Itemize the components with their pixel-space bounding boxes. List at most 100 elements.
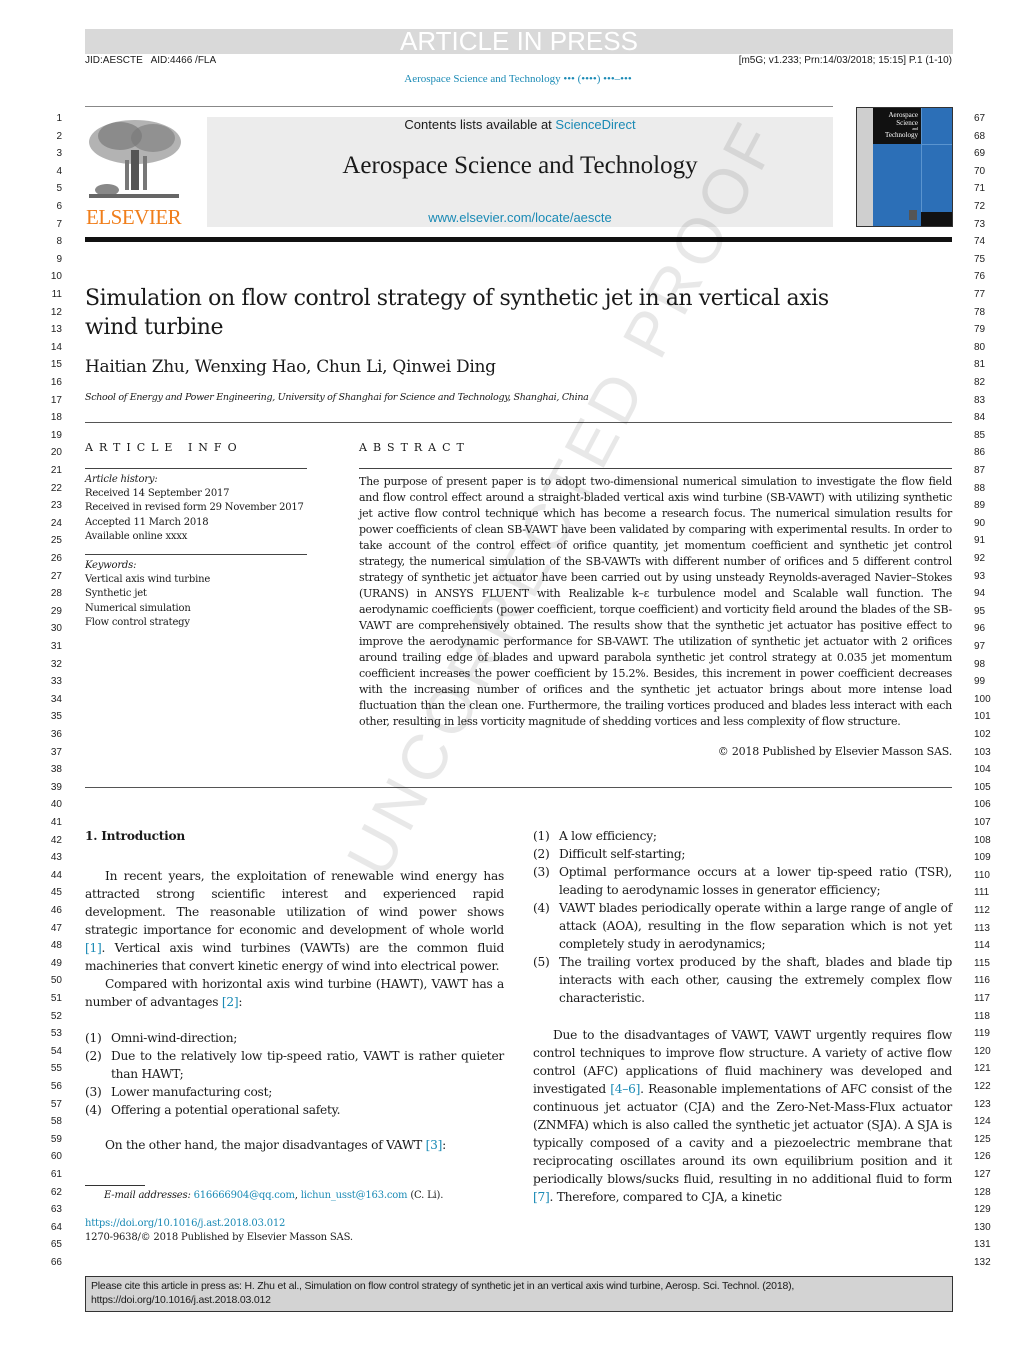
list-text: Due to the relatively low tip-speed rati… (111, 1049, 504, 1081)
line-number: 94 (974, 588, 986, 600)
reference-link[interactable]: [4–6] (610, 1082, 640, 1096)
advantages-list: (1) Omni-wind-direction; (2) Due to the re… (85, 1029, 504, 1119)
line-number: 117 (974, 993, 990, 1004)
line-number: 63 (50, 1204, 62, 1216)
line-number: 34 (50, 693, 62, 705)
list-text: A low efficiency; (559, 829, 657, 843)
text-run: : (238, 995, 243, 1009)
email-link[interactable]: lichun_usst@163.com (301, 1190, 408, 1201)
line-number: 33 (50, 676, 62, 688)
line-number: 131 (974, 1239, 991, 1251)
list-item: (4) Offering a potential operational safe… (85, 1101, 504, 1119)
intro-paragraph: In recent years, the exploitation of ren… (85, 867, 504, 975)
list-text: Offering a potential operational safety. (111, 1103, 341, 1117)
line-number: 2 (56, 130, 62, 142)
list-item: (3) Lower manufacturing cost; (85, 1083, 504, 1101)
line-number: 86 (974, 447, 986, 459)
list-number: (2) (85, 1049, 102, 1063)
line-number: 10 (50, 271, 62, 283)
text-run: (C. Li). (407, 1190, 444, 1201)
list-number: (3) (85, 1085, 102, 1099)
line-number: 77 (974, 289, 986, 300)
intro-paragraph: Due to the disadvantages of VAWT, VAWT u… (533, 1026, 952, 1206)
line-number: 21 (50, 465, 62, 476)
line-number: 18 (50, 412, 62, 424)
line-number: 23 (50, 500, 62, 512)
top-rule (85, 106, 833, 107)
reference-link[interactable]: [1] (85, 941, 102, 955)
line-number: 97 (974, 641, 986, 652)
list-item: (2) Due to the relatively low tip-speed r… (85, 1047, 504, 1083)
cover-title-line: Technology (885, 131, 918, 139)
sciencedirect-link[interactable]: ScienceDirect (555, 117, 635, 132)
list-number: (2) (533, 847, 550, 861)
line-number: 5 (56, 183, 62, 195)
line-number: 15 (50, 359, 62, 371)
cover-bottom-block (921, 212, 952, 226)
line-number: 6 (56, 201, 62, 212)
line-number: 13 (50, 324, 62, 336)
line-number: 58 (50, 1116, 62, 1128)
contents-prefix: Contents lists available at (404, 117, 556, 132)
line-number: 22 (50, 482, 62, 494)
email-footnote: E-mail addresses: 616666904@qq.com, lich… (104, 1190, 443, 1201)
line-number: 56 (50, 1081, 62, 1092)
list-text: VAWT blades periodically operate within … (559, 901, 952, 951)
line-number: 68 (974, 130, 986, 142)
line-number: 126 (974, 1151, 991, 1163)
line-number: 98 (974, 658, 986, 670)
article-in-press-banner: ARTICLE IN PRESS (85, 28, 953, 54)
citation-text: Please cite this article in press as: H.… (91, 1280, 795, 1306)
line-number: 73 (974, 218, 986, 230)
line-number: 69 (974, 148, 986, 160)
line-number: 100 (974, 693, 991, 705)
text-run: . Vertical axis wind turbines (VAWTs) ar… (85, 941, 504, 973)
line-number: 82 (974, 377, 986, 388)
list-number: (3) (533, 865, 550, 879)
text-run: . Therefore, compared to CJA, a kinetic (549, 1190, 783, 1204)
doi-link[interactable]: https://doi.org/10.1016/j.ast.2018.03.01… (85, 1218, 285, 1229)
line-number: 9 (56, 253, 62, 265)
list-number: (1) (85, 1031, 102, 1045)
email-link[interactable]: 616666904@qq.com (194, 1190, 295, 1201)
line-number: 72 (974, 201, 986, 212)
line-number: 20 (50, 447, 62, 459)
tree-icon (85, 116, 183, 204)
line-number: 85 (974, 429, 986, 441)
list-text: Difficult self-starting; (559, 847, 686, 861)
list-item: (2) Difficult self-starting; (533, 845, 952, 863)
line-number: 88 (974, 482, 986, 494)
line-number: 53 (50, 1028, 62, 1040)
line-number: 79 (974, 324, 986, 336)
line-number: 76 (974, 271, 986, 283)
line-number: 106 (974, 799, 991, 811)
line-number: 111 (974, 887, 990, 899)
list-text: Lower manufacturing cost; (111, 1085, 273, 1099)
line-number: 29 (50, 605, 62, 617)
line-number: 64 (50, 1221, 62, 1233)
list-text: Optimal performance occurs at a lower ti… (559, 865, 952, 897)
line-number: 107 (974, 817, 991, 828)
line-number: 78 (974, 306, 986, 318)
line-number: 28 (50, 588, 62, 600)
reference-link[interactable]: [7] (533, 1190, 550, 1204)
reference-link[interactable]: [3] (426, 1138, 443, 1152)
keyword-item: Synthetic jet (85, 588, 147, 600)
line-number: 54 (50, 1045, 62, 1057)
line-number: 19 (50, 429, 62, 441)
line-number: 89 (974, 500, 986, 512)
line-number: 48 (50, 940, 62, 952)
body-column-right: (1) A low efficiency; (2) Difficult self-s… (533, 827, 952, 1206)
article-info-rule (85, 468, 307, 469)
line-number: 112 (974, 905, 990, 916)
list-item: (1) A low efficiency; (533, 827, 952, 845)
list-number: (5) (533, 955, 550, 969)
reference-link[interactable]: [2] (222, 995, 239, 1009)
line-number: 93 (974, 570, 986, 582)
article-title: Simulation on flow control strategy of s… (85, 286, 829, 340)
line-number: 101 (974, 711, 991, 723)
line-number: 71 (974, 183, 986, 195)
running-head[interactable]: Aerospace Science and Technology ••• (••… (0, 73, 1020, 85)
keyword-item: Flow control strategy (85, 616, 190, 628)
line-number: 17 (50, 394, 62, 406)
